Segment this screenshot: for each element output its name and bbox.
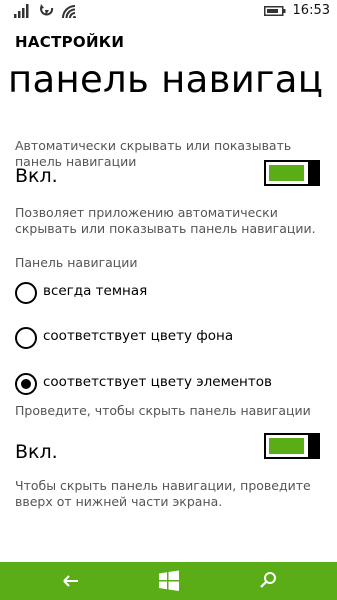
windows-icon[interactable]	[156, 568, 182, 594]
radio-label: соответствует цвету фона	[43, 328, 234, 344]
swipe-hide-toggle[interactable]	[264, 433, 320, 459]
status-bar: 16:53	[0, 0, 337, 24]
toggle-fill	[269, 165, 304, 181]
navigation-bar	[0, 562, 337, 600]
wifi-icon	[62, 5, 76, 18]
battery-icon	[264, 6, 286, 16]
swipe-hide-label: Проведите, чтобы скрыть панель навигации	[15, 403, 311, 418]
clock: 16:53	[292, 3, 330, 18]
page-title: панель навигац	[8, 58, 324, 101]
search-icon[interactable]	[255, 568, 281, 594]
toggle-knob[interactable]	[308, 160, 320, 186]
radio-button[interactable]	[15, 282, 37, 304]
auto-hide-value: Вкл.	[15, 165, 58, 187]
radio-option-match-background[interactable]: соответствует цвету фона	[15, 327, 315, 351]
radio-label: соответствует цвету элементов	[43, 374, 272, 390]
radio-label: всегда темная	[43, 283, 148, 299]
toggle-fill	[269, 438, 304, 454]
radio-selected-dot	[21, 379, 31, 389]
signal-strength-icon	[14, 4, 29, 18]
swipe-hide-value: Вкл.	[15, 441, 58, 463]
toggle-knob[interactable]	[308, 433, 320, 459]
back-icon[interactable]	[58, 568, 84, 594]
radio-button[interactable]	[15, 327, 37, 349]
auto-hide-toggle[interactable]	[264, 160, 320, 186]
app-header: НАСТРОЙКИ	[15, 33, 125, 51]
data-sync-icon	[40, 4, 54, 16]
swipe-hide-description: Чтобы скрыть панель навигации, проведите…	[15, 478, 311, 509]
radio-option-match-elements[interactable]: соответствует цвету элементов	[15, 373, 315, 397]
nav-panel-label: Панель навигации	[15, 255, 138, 270]
auto-hide-description: Позволяет приложению автоматически скрыв…	[15, 205, 316, 236]
radio-button[interactable]	[15, 373, 37, 395]
radio-option-always-dark[interactable]: всегда темная	[15, 282, 315, 306]
